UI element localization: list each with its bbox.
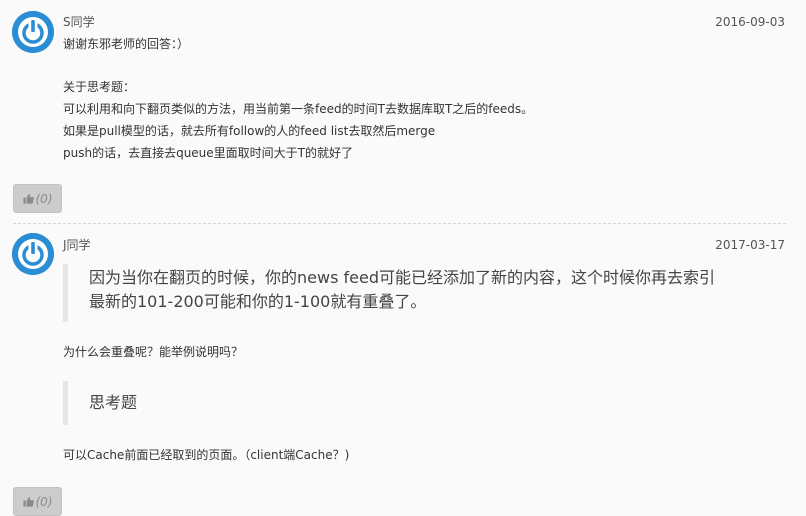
- blockquote: 因为当你在翻页的时候，你的news feed可能已经添加了新的内容，这个时候你再…: [63, 264, 715, 322]
- blockquote: 思考题: [63, 381, 137, 425]
- comment-text-line: 可以Cache前面已经取到的页面。（client端Cache？): [63, 448, 350, 462]
- quote-line: 最新的101-200可能和你的1-100就有重叠了。: [89, 292, 427, 311]
- quote-line: 因为当你在翻页的时候，你的news feed可能已经添加了新的内容，这个时候你再…: [89, 268, 715, 287]
- like-count: (0): [35, 494, 53, 509]
- comment-author: J同学: [63, 238, 91, 252]
- comment-2: J同学 2017-03-17 因为当你在翻页的时候，你的news feed可能已…: [0, 0, 806, 516]
- like-button[interactable]: (0): [13, 487, 62, 516]
- avatar-icon[interactable]: [12, 233, 54, 275]
- comment-date: 2017-03-17: [715, 238, 785, 252]
- quote-line: 思考题: [89, 393, 138, 412]
- thumbs-up-icon: [22, 496, 34, 507]
- comment-text-line: 为什么会重叠呢？能举例说明吗？: [63, 345, 244, 359]
